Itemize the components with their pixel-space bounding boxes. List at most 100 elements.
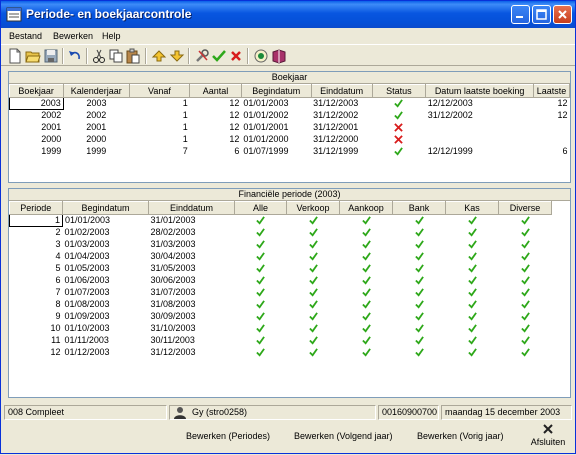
cell-begindatum[interactable]: 01/07/2003 — [63, 287, 149, 299]
cell-diverse[interactable] — [499, 299, 552, 311]
cell-verkoop[interactable] — [287, 215, 340, 227]
cell-einddatum[interactable]: 31/12/2003 — [311, 98, 372, 110]
cell-begindatum[interactable]: 01/09/2003 — [63, 311, 149, 323]
cell-diverse[interactable] — [499, 335, 552, 347]
cell-diverse[interactable] — [499, 215, 552, 227]
cell-periode[interactable]: 11 — [10, 335, 63, 347]
delete-icon[interactable] — [228, 48, 244, 64]
cell-kas[interactable] — [446, 215, 499, 227]
periode-row[interactable]: 10 01/10/2003 31/10/2003 — [10, 323, 552, 335]
cell-einddatum[interactable]: 30/06/2003 — [149, 275, 235, 287]
cell-periode[interactable]: 4 — [10, 251, 63, 263]
cell-kalenderjaar[interactable]: 1999 — [63, 146, 129, 158]
cell-kas[interactable] — [446, 347, 499, 359]
cell-begindatum[interactable]: 01/10/2003 — [63, 323, 149, 335]
col-einddatum[interactable]: Einddatum — [311, 84, 373, 98]
cell-begindatum[interactable]: 01/06/2003 — [63, 275, 149, 287]
col-aankoop[interactable]: Aankoop — [339, 201, 393, 215]
cell-bank[interactable] — [393, 263, 446, 275]
cell-verkoop[interactable] — [287, 347, 340, 359]
cell-status[interactable] — [372, 122, 426, 134]
cell-einddatum[interactable]: 31/05/2003 — [149, 263, 235, 275]
cell-alle[interactable] — [235, 323, 287, 335]
cell-einddatum[interactable]: 31/12/2003 — [149, 347, 235, 359]
cell-vanaf[interactable]: 1 — [129, 122, 190, 134]
periode-row[interactable]: 9 01/09/2003 30/09/2003 — [10, 311, 552, 323]
cell-kalenderjaar[interactable]: 2002 — [63, 110, 129, 122]
periode-row[interactable]: 4 01/04/2003 30/04/2003 — [10, 251, 552, 263]
cell-diverse[interactable] — [499, 263, 552, 275]
cell-begindatum[interactable]: 01/11/2003 — [63, 335, 149, 347]
cell-diverse[interactable] — [499, 323, 552, 335]
cell-bank[interactable] — [393, 239, 446, 251]
cell-periode[interactable]: 6 — [10, 275, 63, 287]
col-bank[interactable]: Bank — [392, 201, 446, 215]
cell-begindatum[interactable]: 01/04/2003 — [63, 251, 149, 263]
arrow-down-icon[interactable] — [169, 48, 185, 64]
periode-row[interactable]: 6 01/06/2003 30/06/2003 — [10, 275, 552, 287]
cell-datum-laatste-boeking[interactable]: 12/12/1999 — [426, 146, 534, 158]
cell-verkoop[interactable] — [287, 251, 340, 263]
cell-begindatum[interactable]: 01/01/2002 — [241, 110, 311, 122]
cell-einddatum[interactable]: 30/04/2003 — [149, 251, 235, 263]
cell-aankoop[interactable] — [340, 299, 393, 311]
cell-periode[interactable]: 9 — [10, 311, 63, 323]
cell-verkoop[interactable] — [287, 227, 340, 239]
cell-einddatum[interactable]: 31/03/2003 — [149, 239, 235, 251]
cell-status[interactable] — [372, 98, 426, 110]
cell-verkoop[interactable] — [287, 287, 340, 299]
boekjaar-row[interactable]: 2000 2000 1 12 01/01/2000 31/12/2000 — [10, 134, 570, 146]
cell-alle[interactable] — [235, 215, 287, 227]
cell-vanaf[interactable]: 1 — [129, 98, 190, 110]
cell-aankoop[interactable] — [340, 335, 393, 347]
cell-alle[interactable] — [235, 239, 287, 251]
cell-begindatum[interactable]: 01/01/2003 — [241, 98, 311, 110]
cell-aankoop[interactable] — [340, 323, 393, 335]
cell-kas[interactable] — [446, 239, 499, 251]
col-vanaf[interactable]: Vanaf — [129, 84, 191, 98]
col-aantal[interactable]: Aantal — [189, 84, 242, 98]
cell-bank[interactable] — [393, 335, 446, 347]
cell-bank[interactable] — [393, 287, 446, 299]
cell-alle[interactable] — [235, 335, 287, 347]
cell-periode[interactable]: 5 — [10, 263, 63, 275]
cell-verkoop[interactable] — [287, 323, 340, 335]
cell-vanaf[interactable]: 7 — [129, 146, 190, 158]
cell-laatste[interactable] — [534, 134, 570, 146]
boekjaar-row[interactable]: 2001 2001 1 12 01/01/2001 31/12/2001 — [10, 122, 570, 134]
afsluiten-button[interactable]: Afsluiten — [528, 423, 568, 447]
cut-icon[interactable] — [91, 48, 107, 64]
cell-verkoop[interactable] — [287, 299, 340, 311]
cell-begindatum[interactable]: 01/02/2003 — [63, 227, 149, 239]
cell-aankoop[interactable] — [340, 311, 393, 323]
cell-alle[interactable] — [235, 251, 287, 263]
col-periode[interactable]: Periode — [9, 201, 63, 215]
periode-row[interactable]: 7 01/07/2003 31/07/2003 — [10, 287, 552, 299]
boekjaar-row[interactable]: 2003 2003 1 12 01/01/2003 31/12/2003 12/12/200… — [9, 97, 570, 110]
cell-diverse[interactable] — [499, 227, 552, 239]
cell-laatste[interactable]: 12 — [534, 98, 570, 110]
periode-row[interactable]: 11 01/11/2003 30/11/2003 — [10, 335, 552, 347]
cell-begindatum[interactable]: 01/08/2003 — [63, 299, 149, 311]
periode-row[interactable]: 12 01/12/2003 31/12/2003 — [10, 347, 552, 359]
col-status[interactable]: Status — [372, 84, 427, 98]
menu-help[interactable]: Help — [102, 31, 121, 41]
col-kalenderjaar[interactable]: Kalenderjaar — [63, 84, 130, 98]
cell-begindatum[interactable]: 01/07/1999 — [241, 146, 311, 158]
cell-alle[interactable] — [235, 287, 287, 299]
cell-einddatum[interactable]: 31/01/2003 — [149, 215, 235, 227]
close-window-button[interactable] — [553, 5, 572, 24]
cell-periode[interactable]: 8 — [10, 299, 63, 311]
cell-einddatum[interactable]: 31/12/2002 — [311, 110, 372, 122]
cell-laatste[interactable] — [534, 122, 570, 134]
periode-row[interactable]: 8 01/08/2003 31/08/2003 — [10, 299, 552, 311]
cell-aantal[interactable]: 12 — [190, 110, 242, 122]
menu-bewerken[interactable]: Bewerken — [53, 31, 93, 41]
cell-laatste[interactable]: 12 — [534, 110, 570, 122]
undo-icon[interactable] — [67, 48, 83, 64]
cell-diverse[interactable] — [499, 347, 552, 359]
cell-verkoop[interactable] — [287, 275, 340, 287]
cell-kalenderjaar[interactable]: 2001 — [63, 122, 129, 134]
cell-einddatum[interactable]: 30/11/2003 — [149, 335, 235, 347]
minimize-button[interactable] — [511, 5, 530, 24]
